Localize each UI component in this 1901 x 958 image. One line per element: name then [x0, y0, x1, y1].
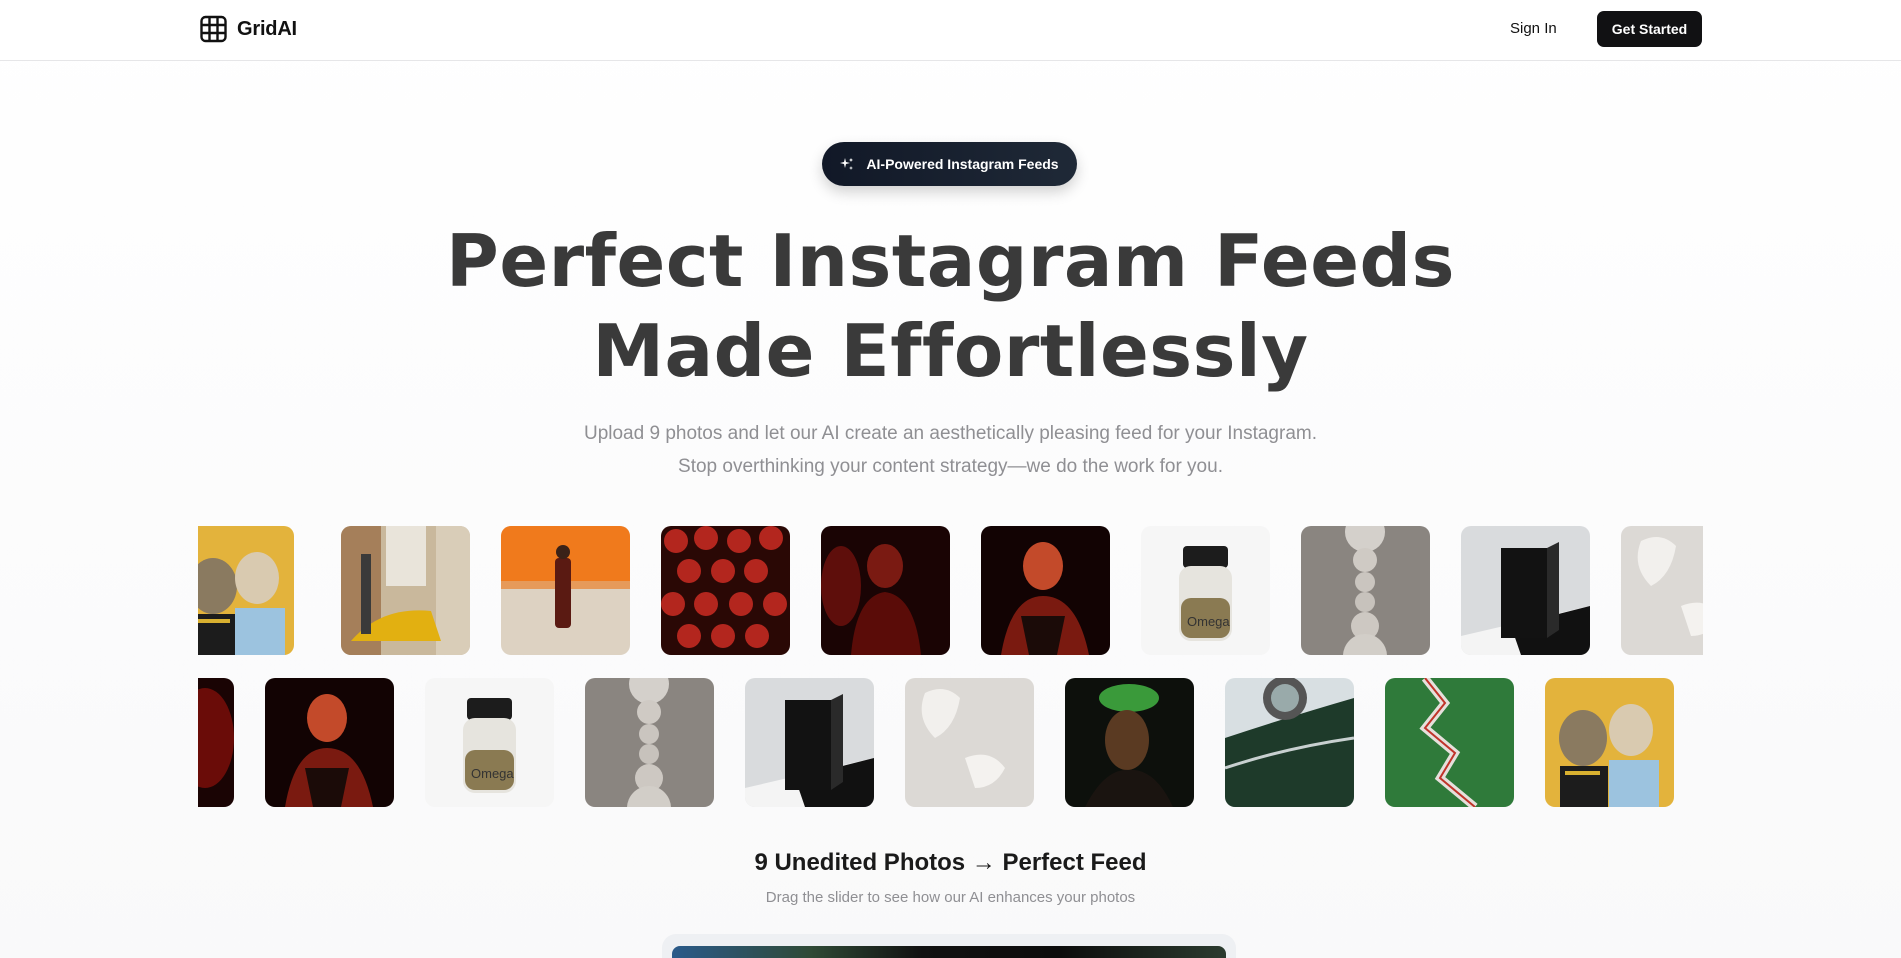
photo-tile — [265, 678, 394, 807]
headline-line-1: Perfect Instagram Feeds — [446, 219, 1455, 303]
photo-tile — [745, 678, 874, 807]
photo-tile — [981, 526, 1110, 655]
subtitle-line-2: Stop overthinking your content strategy—… — [678, 456, 1223, 477]
comparison-title: 9 Unedited Photos → Perfect Feed — [754, 849, 1147, 876]
photo-tile — [1065, 678, 1194, 807]
photo-tile — [198, 678, 234, 807]
photo-tile — [1621, 526, 1703, 655]
photo-carousel-row-1: Omega — [198, 526, 1703, 656]
photo-carousel-row-2: Omega — [198, 678, 1703, 808]
photo-tile — [198, 526, 294, 655]
photo-tile — [821, 526, 950, 655]
sparkle-icon — [840, 158, 854, 170]
subtitle-line-1: Upload 9 photos and let our AI create an… — [583, 423, 1317, 444]
photo-tile: Omega — [1141, 526, 1270, 655]
headline-line-2: Made Effortlessly — [592, 309, 1309, 393]
get-started-button[interactable]: Get Started — [1597, 11, 1702, 47]
photo-tile — [585, 678, 714, 807]
before-after-slider[interactable] — [662, 934, 1236, 958]
top-navigation: GridAI Sign In Get Started — [0, 0, 1901, 61]
grid-icon — [200, 15, 227, 43]
photo-tile — [1545, 678, 1674, 807]
svg-text:Omega: Omega — [471, 766, 514, 781]
photo-tile: Omega — [425, 678, 554, 807]
brand-name: GridAI — [237, 17, 297, 40]
hero-subtitle: Upload 9 photos and let our AI create an… — [450, 417, 1451, 483]
photo-tile — [661, 526, 790, 655]
photo-tile — [1461, 526, 1590, 655]
hero-headline: Perfect Instagram Feeds Made Effortlessl… — [400, 216, 1501, 396]
svg-text:Omega: Omega — [1187, 614, 1230, 629]
comparison-subtitle: Drag the slider to see how our AI enhanc… — [765, 889, 1136, 906]
sign-in-button[interactable]: Sign In — [1510, 17, 1557, 41]
photo-tile — [905, 678, 1034, 807]
slider-preview-image[interactable] — [672, 946, 1226, 958]
ai-badge: AI-Powered Instagram Feeds — [822, 142, 1077, 186]
photo-tile — [341, 526, 470, 655]
photo-tile — [1385, 678, 1514, 807]
brand-logo[interactable]: GridAI — [199, 15, 297, 43]
photo-tile — [1301, 526, 1430, 655]
photo-tile — [501, 526, 630, 655]
badge-label: AI-Powered Instagram Feeds — [866, 156, 1059, 172]
photo-tile — [1225, 678, 1354, 807]
